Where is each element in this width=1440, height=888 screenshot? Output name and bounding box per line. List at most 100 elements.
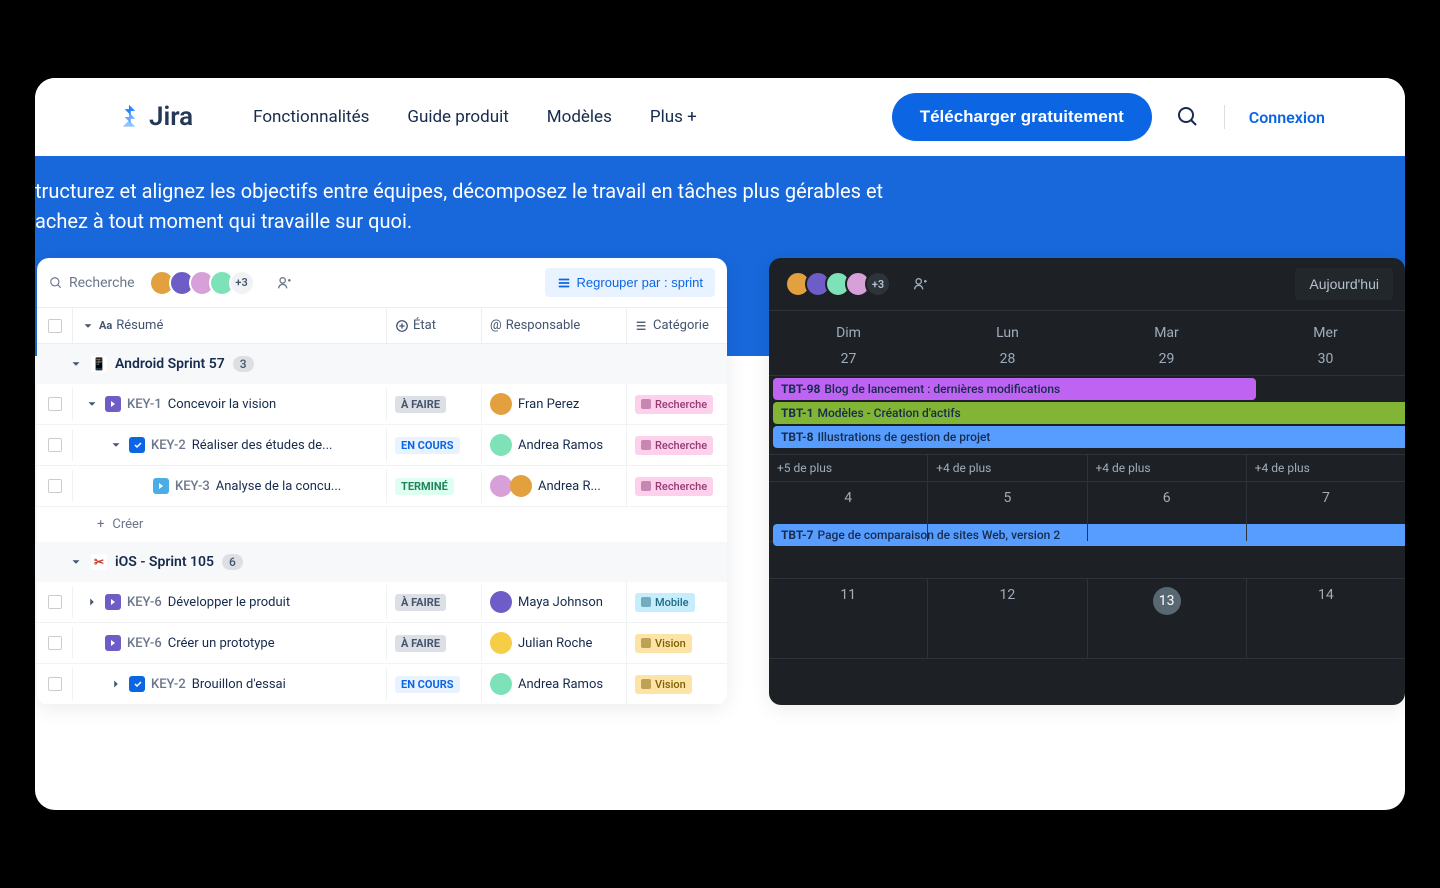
task-row[interactable]: KEY-6 Créer un prototype À FAIRE Julian … [37,623,727,664]
today-button[interactable]: Aujourd'hui [1295,268,1393,300]
date-cell[interactable]: 12 [928,579,1087,658]
chevron-right-icon[interactable] [85,595,99,609]
chevron-down-icon[interactable] [85,397,99,411]
task-category[interactable]: Recherche [627,386,727,423]
row-checkbox[interactable] [37,586,73,618]
date-cell[interactable]: 30 [1246,347,1405,375]
task-assignee[interactable]: Julian Roche [482,623,627,663]
date-cell[interactable]: 27 [769,347,928,375]
avatar-stack[interactable]: +3 [155,270,255,296]
col-assignee[interactable]: @ Responsable [482,308,627,343]
date-cell[interactable]: 13 [1088,579,1247,658]
nav-link-features[interactable]: Fonctionnalités [253,107,369,127]
date-cell[interactable]: 29 [1087,347,1246,375]
add-user-button[interactable] [907,271,933,297]
task-row[interactable]: KEY-2 Brouillon d'essai EN COURS Andrea … [37,664,727,705]
task-assignee[interactable]: Fran Perez [482,384,627,424]
date-cell[interactable]: 14 [1247,579,1405,658]
sprint-icon: 📱 [91,356,107,372]
avatar-stack[interactable]: +3 [791,271,891,297]
sprint-header[interactable]: ✂ iOS - Sprint 105 6 [37,542,727,582]
task-category[interactable]: Recherche [627,468,727,505]
col-status-label: État [413,318,436,333]
task-status[interactable]: À FAIRE [387,387,482,422]
row-checkbox[interactable] [37,627,73,659]
group-by-button[interactable]: Regrouper par : sprint [545,268,715,297]
task-summary[interactable]: KEY-3 Analyse de la concu... [73,469,387,503]
task-category[interactable]: Vision [627,625,727,662]
sprint-icon: ✂ [91,554,107,570]
col-checkbox[interactable] [37,308,73,343]
row-checkbox[interactable] [37,388,73,420]
date-cell[interactable]: 11 [769,579,928,658]
nav-right: Télécharger gratuitement Connexion [892,93,1325,141]
task-status[interactable]: TERMINÉ [387,469,482,504]
sprint-header[interactable]: 📱 Android Sprint 57 3 [37,344,727,384]
task-summary[interactable]: KEY-6 Développer le produit [73,585,387,619]
calendar-event[interactable]: TBT-98Blog de lancement : dernières modi… [773,378,1256,400]
task-row[interactable]: KEY-1 Concevoir la vision À FAIRE Fran P… [37,384,727,425]
col-summary[interactable]: Aa Résumé [73,308,387,343]
row-checkbox[interactable] [37,429,73,461]
avatar-more-count: +3 [865,271,891,297]
task-category[interactable]: Mobile [627,584,727,621]
add-user-button[interactable] [271,270,297,296]
task-row[interactable]: KEY-3 Analyse de la concu... TERMINÉ And… [37,466,727,507]
task-status[interactable]: À FAIRE [387,626,482,661]
date-cell[interactable]: 5 [928,482,1087,541]
calendar-event[interactable]: TBT-8Illustrations de gestion de projet [773,426,1405,448]
create-task-button[interactable]: +Créer [37,507,727,542]
search-icon[interactable] [1176,105,1200,129]
nav-link-guide[interactable]: Guide produit [407,107,508,127]
navbar: Jira Fonctionnalités Guide produit Modèl… [35,78,1405,156]
weekday-label: Mar [1087,311,1246,347]
task-status[interactable]: À FAIRE [387,585,482,620]
calendar-event[interactable]: TBT-1Modèles - Création d'actifs [773,402,1405,424]
col-summary-label: Résumé [116,318,163,333]
task-title: Analyse de la concu... [216,479,341,494]
task-summary[interactable]: KEY-2 Réaliser des études de... [73,428,387,462]
task-status[interactable]: EN COURS [387,667,482,702]
task-status[interactable]: EN COURS [387,428,482,463]
task-assignee[interactable]: Andrea Ramos [482,664,627,704]
plus-icon: + [97,517,104,532]
date-cell[interactable]: 7 [1247,482,1405,541]
task-assignee[interactable]: Andrea Ramos [482,425,627,465]
login-link[interactable]: Connexion [1249,108,1325,127]
chevron-down-icon[interactable] [109,438,123,452]
task-key: KEY-6 [127,595,162,610]
task-category[interactable]: Recherche [627,427,727,464]
more-events-link[interactable]: +4 de plus [1088,455,1247,481]
chevron-right-icon[interactable] [109,677,123,691]
nav-link-more[interactable]: Plus + [650,107,697,127]
date-cell[interactable]: 4 [769,482,928,541]
more-events-link[interactable]: +5 de plus [769,455,928,481]
task-row[interactable]: KEY-2 Réaliser des études de... EN COURS… [37,425,727,466]
row-checkbox[interactable] [37,668,73,700]
task-summary[interactable]: KEY-6 Créer un prototype [73,626,387,660]
weekday-label: Lun [928,311,1087,347]
row-checkbox[interactable] [37,470,73,502]
nav-link-templates[interactable]: Modèles [547,107,612,127]
task-category[interactable]: Vision [627,666,727,703]
task-count-badge: 3 [233,356,254,372]
task-summary[interactable]: KEY-2 Brouillon d'essai [73,667,387,701]
nav-links: Fonctionnalités Guide produit Modèles Pl… [253,107,697,127]
task-summary[interactable]: KEY-1 Concevoir la vision [73,387,387,421]
task-assignee[interactable]: Andrea R... [482,466,627,506]
download-button[interactable]: Télécharger gratuitement [892,93,1152,141]
search-input[interactable]: Recherche [49,275,135,291]
more-events-row: +5 de plus+4 de plus+4 de plus+4 de plus [769,455,1405,482]
group-label: Regrouper par : sprint [577,275,703,290]
calendar-header: +3 Aujourd'hui [769,258,1405,310]
more-events-link[interactable]: +4 de plus [928,455,1087,481]
task-assignee[interactable]: Maya Johnson [482,582,627,622]
task-row[interactable]: KEY-6 Développer le produit À FAIRE Maya… [37,582,727,623]
col-status[interactable]: État [387,308,482,343]
date-cell[interactable]: 28 [928,347,1087,375]
logo[interactable]: Jira [115,102,193,132]
more-events-link[interactable]: +4 de plus [1247,455,1405,481]
col-category[interactable]: Catégorie [627,308,727,343]
sprint-name: Android Sprint 57 [115,356,225,372]
date-cell[interactable]: 6 [1088,482,1247,541]
